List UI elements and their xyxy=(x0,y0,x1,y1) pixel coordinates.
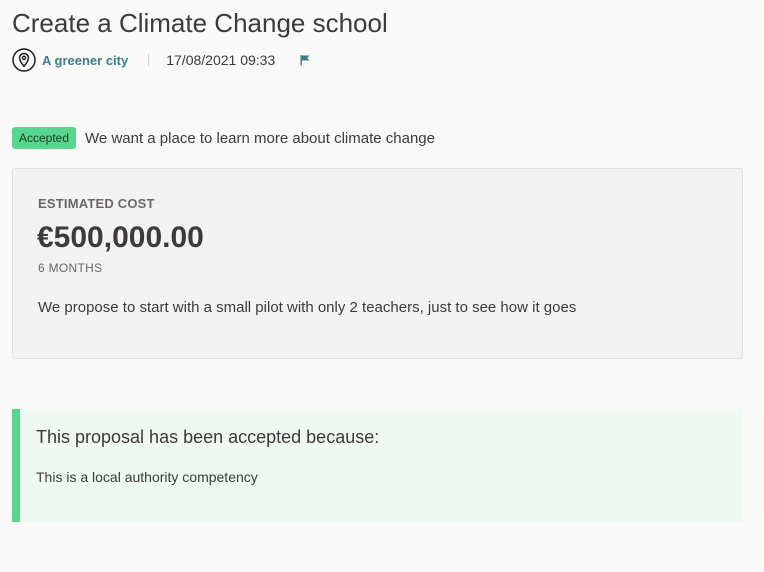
status-line: Accepted We want a place to learn more a… xyxy=(12,127,435,149)
meta-divider xyxy=(148,54,150,66)
map-pin-icon xyxy=(12,48,36,72)
scope-link[interactable]: A greener city xyxy=(42,53,128,68)
proposal-summary: We want a place to learn more about clim… xyxy=(85,129,435,147)
proposal-meta: A greener city 17/08/2021 09:33 xyxy=(12,47,311,73)
publication-date: 17/08/2021 09:33 xyxy=(166,52,276,68)
cost-duration: 6 MONTHS xyxy=(38,261,103,275)
answer-callout: This proposal has been accepted because:… xyxy=(12,409,743,522)
status-badge: Accepted xyxy=(12,127,77,149)
flag-icon[interactable] xyxy=(299,54,311,66)
answer-body: This is a local authority competency xyxy=(36,469,258,485)
proposal-page: Create a Climate Change school A greener… xyxy=(0,0,764,572)
cost-value: €500,000.00 xyxy=(37,221,204,254)
cost-description: We propose to start with a small pilot w… xyxy=(38,299,577,316)
cost-label: ESTIMATED COST xyxy=(38,196,155,211)
page-title: Create a Climate Change school xyxy=(12,8,388,38)
answer-title: This proposal has been accepted because: xyxy=(36,427,380,447)
cost-card: ESTIMATED COST €500,000.00 6 MONTHS We p… xyxy=(12,168,743,359)
